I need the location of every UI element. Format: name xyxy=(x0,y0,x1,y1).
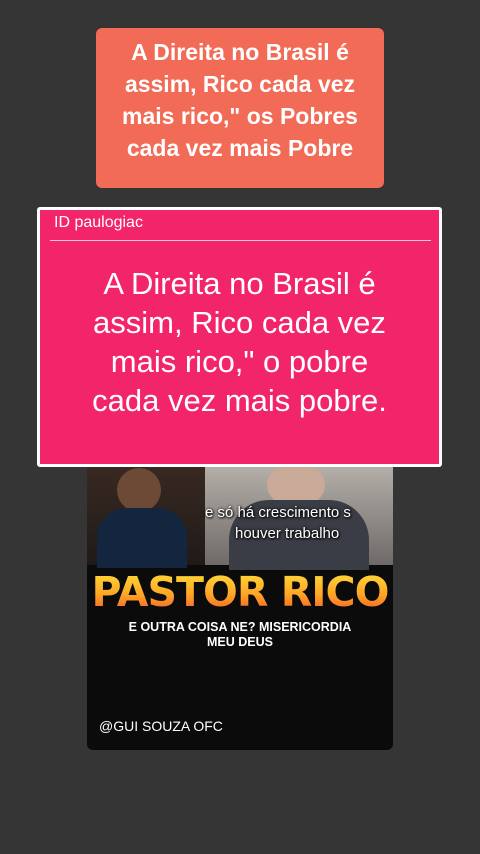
video-scene: e só há crescimento s houver trabalho xyxy=(87,460,393,570)
card-quote-line: mais rico," o pobre xyxy=(110,344,369,379)
top-caption-line: mais rico," os Pobres xyxy=(122,103,358,129)
card-quote-line: cada vez mais pobre. xyxy=(92,383,387,418)
top-caption-line: assim, Rico cada vez xyxy=(124,71,356,97)
card-quote-line: assim, Rico cada vez xyxy=(93,305,386,340)
screen: { "top_caption": { "line1": "A Direita n… xyxy=(0,0,480,854)
headline-subtitle-line: MEU DEUS xyxy=(207,635,273,649)
video-subtitle-line: houver trabalho xyxy=(235,525,340,542)
person-left-image xyxy=(87,460,205,568)
video-headline-subtitle: E OUTRA COISA NE? MISERICORDIA MEU DEUS xyxy=(87,620,393,650)
top-caption-line: A Direita no Brasil é xyxy=(131,39,349,65)
top-caption-box: A Direita no Brasil é assim, Rico cada v… xyxy=(96,28,384,188)
card-quote: A Direita no Brasil é assim, Rico cada v… xyxy=(40,264,439,420)
video-frame[interactable]: e só há crescimento s houver trabalho PA… xyxy=(87,460,393,750)
top-caption-line: cada vez mais Pobre xyxy=(126,135,354,161)
card-quote-line: A Direita no Brasil é xyxy=(103,266,376,301)
overlay-text-card: ID paulogiac A Direita no Brasil é assim… xyxy=(37,207,442,467)
video-author-handle: @GUI SOUZA OFC xyxy=(99,718,223,734)
card-id-label: ID paulogiac xyxy=(54,214,143,231)
card-divider xyxy=(50,240,431,241)
headline-subtitle-line: E OUTRA COISA NE? MISERICORDIA xyxy=(128,620,352,634)
video-headline: PASTOR RICO xyxy=(87,568,393,616)
video-subtitle-line: e só há crescimento s xyxy=(205,504,351,521)
